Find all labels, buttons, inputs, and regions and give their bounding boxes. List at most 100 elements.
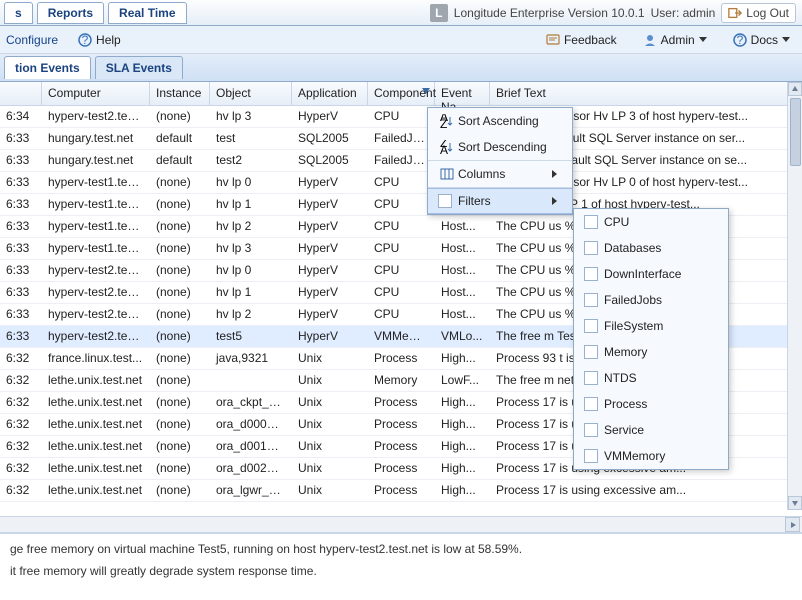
table-row[interactable]: 6:33hyperv-test1.tes...(none)hv lp 0Hype…	[0, 172, 802, 194]
table-row[interactable]: 6:34hyperv-test2.tes...(none)hv lp 3Hype…	[0, 106, 802, 128]
column-header[interactable]: Instance	[150, 82, 210, 105]
admin-menu[interactable]: Admin	[637, 31, 713, 49]
cell: hyperv-test1.tes...	[42, 216, 150, 237]
filter-option[interactable]: VMMemory	[574, 443, 728, 469]
feedback-icon	[546, 33, 560, 47]
column-header[interactable]: Computer	[42, 82, 150, 105]
table-row[interactable]: 6:32lethe.unix.test.net(none)ora_lgwr_o.…	[0, 480, 802, 502]
logout-button[interactable]: Log Out	[721, 3, 796, 23]
cell: 6:33	[0, 326, 42, 347]
cell: Unix	[292, 370, 368, 391]
admin-label: Admin	[661, 33, 695, 47]
help-button[interactable]: ? Help	[72, 31, 127, 49]
svg-text:?: ?	[736, 33, 743, 47]
cell: CPU	[368, 282, 435, 303]
feedback-button[interactable]: Feedback	[540, 31, 623, 49]
user-label: User: admin	[651, 6, 716, 20]
filter-option[interactable]: Memory	[574, 339, 728, 365]
filter-option[interactable]: CPU	[574, 209, 728, 235]
column-header[interactable]: Event Na	[435, 82, 490, 105]
filter-option[interactable]: DownInterface	[574, 261, 728, 287]
cell: lethe.unix.test.net	[42, 436, 150, 457]
chevron-right-icon	[552, 197, 562, 205]
cell: hyperv-test2.tes...	[42, 260, 150, 281]
cell: SQL2005	[292, 150, 368, 171]
svg-text:A: A	[440, 143, 448, 154]
cell: hyperv-test2.tes...	[42, 304, 150, 325]
cell: Host...	[435, 238, 490, 259]
filter-option[interactable]: Service	[574, 417, 728, 443]
cell: High...	[435, 458, 490, 479]
cell: lethe.unix.test.net	[42, 414, 150, 435]
checkbox-icon	[582, 215, 604, 229]
cell: 6:33	[0, 150, 42, 171]
cell: Unix	[292, 436, 368, 457]
menu-columns-label: Columns	[458, 167, 552, 181]
columns-icon	[436, 167, 458, 181]
filter-option[interactable]: Databases	[574, 235, 728, 261]
cell: 6:32	[0, 414, 42, 435]
column-header[interactable]: Application	[292, 82, 368, 105]
chevron-down-icon	[699, 37, 707, 42]
menu-columns[interactable]: Columns	[428, 161, 572, 187]
cell: hyperv-test2.tes...	[42, 282, 150, 303]
checkbox-icon	[582, 267, 604, 281]
tab-sla-events[interactable]: SLA Events	[95, 56, 183, 79]
cell: hyperv-test1.tes...	[42, 238, 150, 259]
docs-menu[interactable]: ? Docs	[727, 31, 796, 49]
tab-events[interactable]: tion Events	[4, 56, 91, 79]
cell: Process	[368, 414, 435, 435]
checkbox-icon	[582, 449, 604, 463]
tab-realtime[interactable]: Real Time	[108, 2, 186, 24]
scroll-right-button[interactable]	[785, 517, 800, 532]
cell: 6:34	[0, 106, 42, 127]
horizontal-scrollbar[interactable]	[0, 516, 802, 533]
cell: Process	[368, 392, 435, 413]
cell: hv lp 1	[210, 282, 292, 303]
tab-reports[interactable]: Reports	[37, 2, 104, 24]
column-header[interactable]: Brief Text	[490, 82, 788, 105]
column-context-menu: AZ Sort Ascending ZA Sort Descending Col…	[427, 107, 573, 215]
cell: test5	[210, 326, 292, 347]
filter-option[interactable]: FailedJobs	[574, 287, 728, 313]
cell: HyperV	[292, 282, 368, 303]
cell: (none)	[150, 304, 210, 325]
table-row[interactable]: 6:33hungary.test.netdefaulttestSQL2005Fa…	[0, 128, 802, 150]
scroll-up-button[interactable]	[788, 82, 802, 96]
vertical-scrollbar[interactable]	[787, 82, 802, 510]
cell: HyperV	[292, 304, 368, 325]
cell: hv lp 0	[210, 260, 292, 281]
checkbox-icon	[582, 371, 604, 385]
cell: CPU	[368, 260, 435, 281]
cell: HyperV	[292, 260, 368, 281]
column-header[interactable]: Object	[210, 82, 292, 105]
svg-text:Z: Z	[440, 117, 447, 128]
checkbox-icon	[582, 397, 604, 411]
filter-option[interactable]: FileSystem	[574, 313, 728, 339]
scroll-down-button[interactable]	[788, 496, 802, 510]
filter-option-label: DownInterface	[604, 267, 718, 281]
cell: Process	[368, 480, 435, 501]
cell: 6:33	[0, 238, 42, 259]
cell: (none)	[150, 392, 210, 413]
cell: HyperV	[292, 194, 368, 215]
menu-sort-asc[interactable]: AZ Sort Ascending	[428, 108, 572, 134]
menu-sort-desc[interactable]: ZA Sort Descending	[428, 134, 572, 160]
tab-unknown[interactable]: s	[4, 2, 33, 24]
filter-option[interactable]: NTDS	[574, 365, 728, 391]
checkbox-icon	[582, 319, 604, 333]
cell: java,9321	[210, 348, 292, 369]
column-header[interactable]: Component	[368, 82, 435, 105]
column-header[interactable]	[0, 82, 42, 105]
checkbox-icon	[582, 345, 604, 359]
menu-filters[interactable]: Filters	[428, 188, 572, 214]
sort-asc-icon: AZ	[436, 114, 458, 128]
filter-option[interactable]: Process	[574, 391, 728, 417]
checkbox-icon	[582, 423, 604, 437]
scroll-thumb[interactable]	[790, 98, 801, 166]
table-row[interactable]: 6:33hungary.test.netdefaulttest2SQL2005F…	[0, 150, 802, 172]
help-label: Help	[96, 33, 121, 47]
cell: (none)	[150, 370, 210, 391]
cell: 6:33	[0, 172, 42, 193]
configure-link[interactable]: Configure	[6, 33, 58, 47]
